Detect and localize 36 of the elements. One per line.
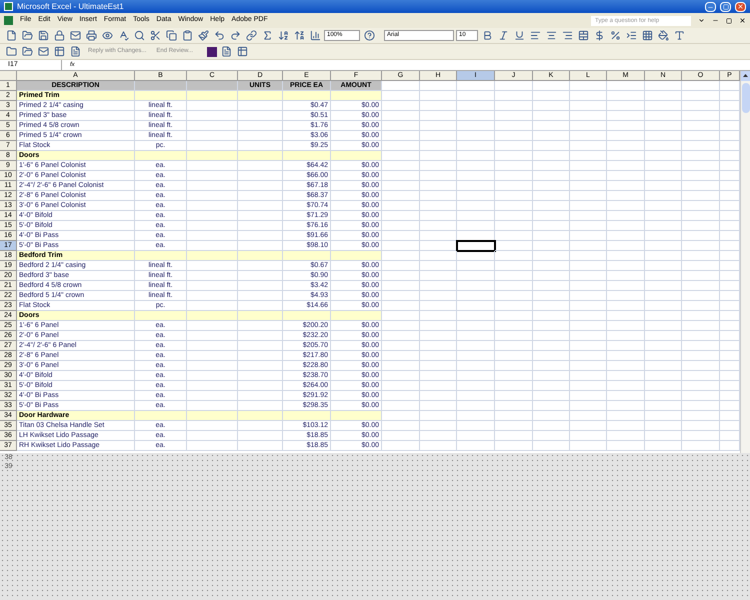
chart-icon[interactable]	[308, 28, 322, 42]
format-painter-icon[interactable]	[196, 28, 210, 42]
minimize-button[interactable]	[705, 2, 716, 12]
vertical-scrollbar[interactable]	[740, 71, 750, 453]
help-icon[interactable]	[362, 28, 376, 42]
close-button[interactable]	[739, 17, 746, 24]
folder-icon[interactable]	[4, 44, 18, 58]
minimize-button[interactable]	[712, 17, 719, 24]
copy-icon[interactable]	[164, 28, 178, 42]
table-icon[interactable]	[52, 44, 66, 58]
lock-icon[interactable]	[52, 28, 66, 42]
maximize-icon	[722, 4, 728, 10]
window-title: Microsoft Excel - UltimateEst1	[17, 0, 125, 12]
cut-icon[interactable]	[148, 28, 162, 42]
open-folder-icon[interactable]	[20, 28, 34, 42]
research-icon[interactable]	[132, 28, 146, 42]
excel-logo-icon	[4, 2, 13, 11]
sort-ascending-icon[interactable]	[276, 28, 290, 42]
mail-icon[interactable]	[36, 44, 50, 58]
color-swatch-icon	[207, 46, 218, 56]
fill-color-icon[interactable]	[656, 28, 670, 42]
mail-icon[interactable]	[68, 28, 82, 42]
maximize-button[interactable]	[720, 2, 731, 12]
save-icon[interactable]	[36, 28, 50, 42]
dropdown-caret-icon[interactable]	[698, 17, 705, 24]
restore-button[interactable]	[726, 18, 732, 24]
hyperlink-icon[interactable]	[244, 28, 258, 42]
table-icon[interactable]	[235, 44, 250, 58]
close-icon	[737, 3, 744, 10]
workbook-icon	[4, 16, 13, 25]
print-icon[interactable]	[84, 28, 98, 42]
sort-descending-icon[interactable]	[292, 28, 306, 42]
merge-cells-icon[interactable]	[576, 28, 590, 42]
scrollbar-thumb[interactable]	[742, 83, 750, 113]
borders-icon[interactable]	[640, 28, 654, 42]
open-folder-icon[interactable]	[20, 44, 34, 58]
